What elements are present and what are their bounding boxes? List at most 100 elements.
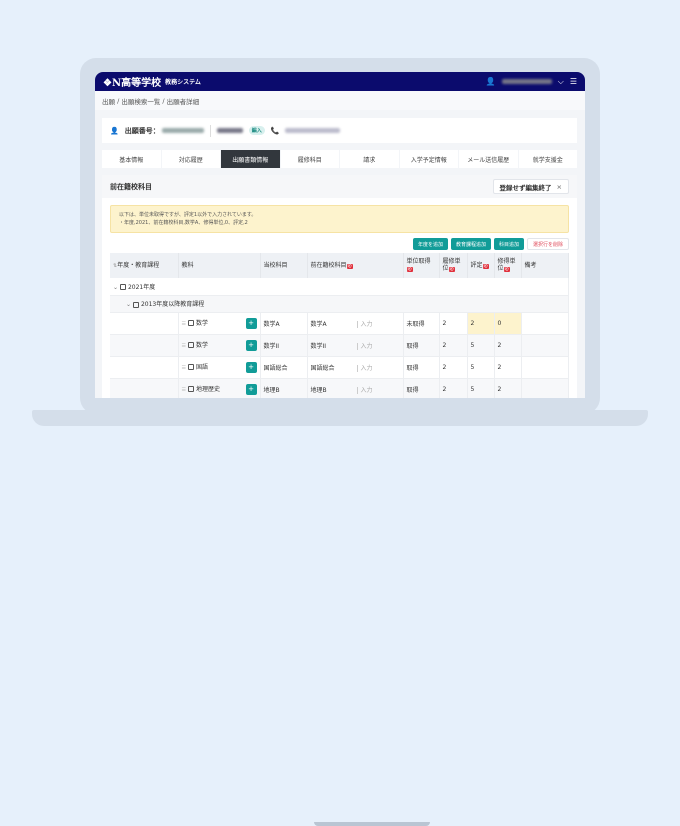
user-name-blurred	[501, 79, 552, 84]
input-field[interactable]: 入力	[356, 386, 373, 394]
registered-units[interactable]: 2	[439, 378, 468, 398]
notes[interactable]	[521, 312, 569, 335]
person-icon: 👤	[110, 126, 119, 135]
status-badge: 編入	[248, 126, 265, 135]
registered-units[interactable]: 2	[439, 312, 468, 335]
end-edit-button[interactable]: 登録せず編集終了 ×	[492, 179, 569, 194]
tab-enrollment[interactable]: 入学予定情報	[399, 150, 458, 168]
earned-units[interactable]: 2	[494, 378, 522, 398]
table-header: ⇅年度・教育課程 教科 当校科目 前在籍校科目必 単位取得必 履修単位必 評定必…	[110, 253, 569, 278]
prev-subject-cell[interactable]: 地理B 入力	[307, 378, 404, 398]
required-badge: 必	[346, 263, 354, 269]
notes[interactable]	[521, 334, 569, 357]
required-badge: 必	[482, 263, 490, 269]
grade[interactable]: 2	[467, 312, 495, 335]
header-label: 年度・教育課程	[117, 261, 160, 269]
input-field[interactable]: 入力	[356, 342, 373, 350]
breadcrumb-item[interactable]: 出願検索一覧	[121, 96, 160, 106]
add-year-button[interactable]: 年度を追加	[412, 238, 448, 250]
logo-text: N高等学校	[111, 78, 162, 89]
tab-mail[interactable]: メール送信履歴	[459, 150, 518, 168]
col-acquired: 単位取得必	[403, 253, 440, 278]
warning-alert: 以下は、単位未取得ですが、評定1以外で入力されています。 ・年度,2021、前在…	[110, 205, 569, 233]
breadcrumb-item[interactable]: 出願	[102, 96, 115, 106]
user-icon[interactable]: 👤	[486, 77, 496, 86]
app-screen: ❖N高等学校 教務システム 👤 ⌵ ☰ 出願 / 出願検索一覧 / 出願者詳細 …	[95, 72, 585, 398]
subject: 国語	[195, 363, 208, 371]
table-row: ☰ 国語 + 国語総合 国語総合 入力 取得 2 5 2	[110, 356, 569, 379]
course-label: 2013年度以降教育課程	[140, 301, 205, 308]
grade[interactable]: 5	[467, 334, 495, 357]
add-subject-button[interactable]: 科目追加	[493, 238, 524, 250]
earned-units[interactable]: 0	[494, 312, 522, 335]
tab-courses[interactable]: 履修科目	[280, 150, 339, 168]
drag-handle-icon[interactable]: ☰	[182, 365, 186, 371]
prev-subject-cell[interactable]: 数学A 入力	[307, 312, 404, 335]
subject-cell: ☰ 国語 +	[178, 356, 261, 379]
drag-handle-icon[interactable]: ☰	[182, 321, 186, 327]
drag-handle-icon[interactable]: ☰	[182, 387, 186, 393]
laptop-base	[32, 410, 648, 826]
chevron-down-icon[interactable]: ⌄	[113, 284, 118, 291]
col-school-subject: 当校科目	[260, 253, 308, 278]
add-icon[interactable]: +	[245, 317, 257, 329]
prev-subject: 国語総合	[310, 364, 335, 372]
chevron-down-icon[interactable]: ⌵	[558, 77, 564, 87]
add-icon[interactable]: +	[245, 361, 257, 373]
tab-basic[interactable]: 基本情報	[102, 150, 161, 168]
input-field[interactable]: 入力	[356, 364, 373, 372]
col-registered: 履修単位必	[439, 253, 468, 278]
registered-units[interactable]: 2	[439, 356, 468, 379]
checkbox[interactable]	[187, 386, 194, 392]
alert-line: 以下は、単位未取得ですが、評定1以外で入力されています。	[119, 212, 257, 218]
previous-school-panel: 前在籍校科目 登録せず編集終了 × 以下は、単位未取得ですが、評定1以外で入力され…	[102, 175, 577, 398]
acquired[interactable]: 取得	[403, 378, 440, 398]
prev-subject: 地理B	[310, 386, 327, 394]
input-field[interactable]: 入力	[356, 320, 373, 328]
tab-bar: 基本情報 対応履歴 出願書類情報 履修科目 請求 入学予定情報 メール送信履歴 …	[102, 150, 577, 168]
add-course-button[interactable]: 教育課程追加	[450, 238, 491, 250]
earned-units[interactable]: 2	[494, 356, 522, 379]
prev-subject: 数学II	[310, 342, 327, 350]
grade[interactable]: 5	[467, 356, 495, 379]
checkbox[interactable]	[119, 284, 126, 291]
notes[interactable]	[521, 378, 569, 398]
col-grade: 評定必	[467, 253, 495, 278]
acquired[interactable]: 取得	[403, 334, 440, 357]
school-subject: 地理B	[260, 378, 308, 398]
subject-cell: ☰ 数学 +	[178, 334, 261, 357]
action-buttons: 年度を追加 教育課程追加 科目追加 選択行を削除	[110, 238, 569, 250]
chevron-down-icon[interactable]: ⌄	[126, 301, 131, 308]
logo[interactable]: ❖N高等学校	[103, 74, 161, 89]
tab-history[interactable]: 対応履歴	[161, 150, 220, 168]
checkbox[interactable]	[187, 342, 194, 348]
tab-documents[interactable]: 出願書類情報	[221, 150, 280, 168]
checkbox[interactable]	[132, 301, 139, 308]
notes[interactable]	[521, 356, 569, 379]
earned-units[interactable]: 2	[494, 334, 522, 357]
year-cell	[110, 312, 179, 335]
checkbox[interactable]	[187, 320, 194, 326]
prev-subject: 数学A	[310, 320, 327, 328]
registered-units[interactable]: 2	[439, 334, 468, 357]
col-year[interactable]: ⇅年度・教育課程	[110, 253, 179, 278]
required-badge: 必	[406, 267, 413, 272]
grade[interactable]: 5	[467, 378, 495, 398]
menu-icon[interactable]: ☰	[570, 77, 577, 86]
laptop-notch	[314, 822, 430, 826]
breadcrumb: 出願 / 出願検索一覧 / 出願者詳細	[95, 91, 585, 110]
delete-selected-button[interactable]: 選択行を削除	[526, 238, 569, 250]
app-header: ❖N高等学校 教務システム 👤 ⌵ ☰	[95, 72, 585, 91]
tab-billing[interactable]: 請求	[340, 150, 399, 168]
tab-support[interactable]: 就学支援金	[518, 150, 577, 168]
prev-subject-cell[interactable]: 国語総合 入力	[307, 356, 404, 379]
acquired[interactable]: 未取得	[403, 312, 440, 335]
checkbox[interactable]	[187, 364, 194, 370]
drag-handle-icon[interactable]: ☰	[182, 343, 186, 349]
subject: 数学	[195, 341, 208, 349]
prev-subject-cell[interactable]: 数学II 入力	[307, 334, 404, 357]
acquired[interactable]: 取得	[403, 356, 440, 379]
year-label: 2021年度	[127, 283, 156, 291]
add-icon[interactable]: +	[245, 383, 257, 395]
add-icon[interactable]: +	[245, 339, 257, 351]
